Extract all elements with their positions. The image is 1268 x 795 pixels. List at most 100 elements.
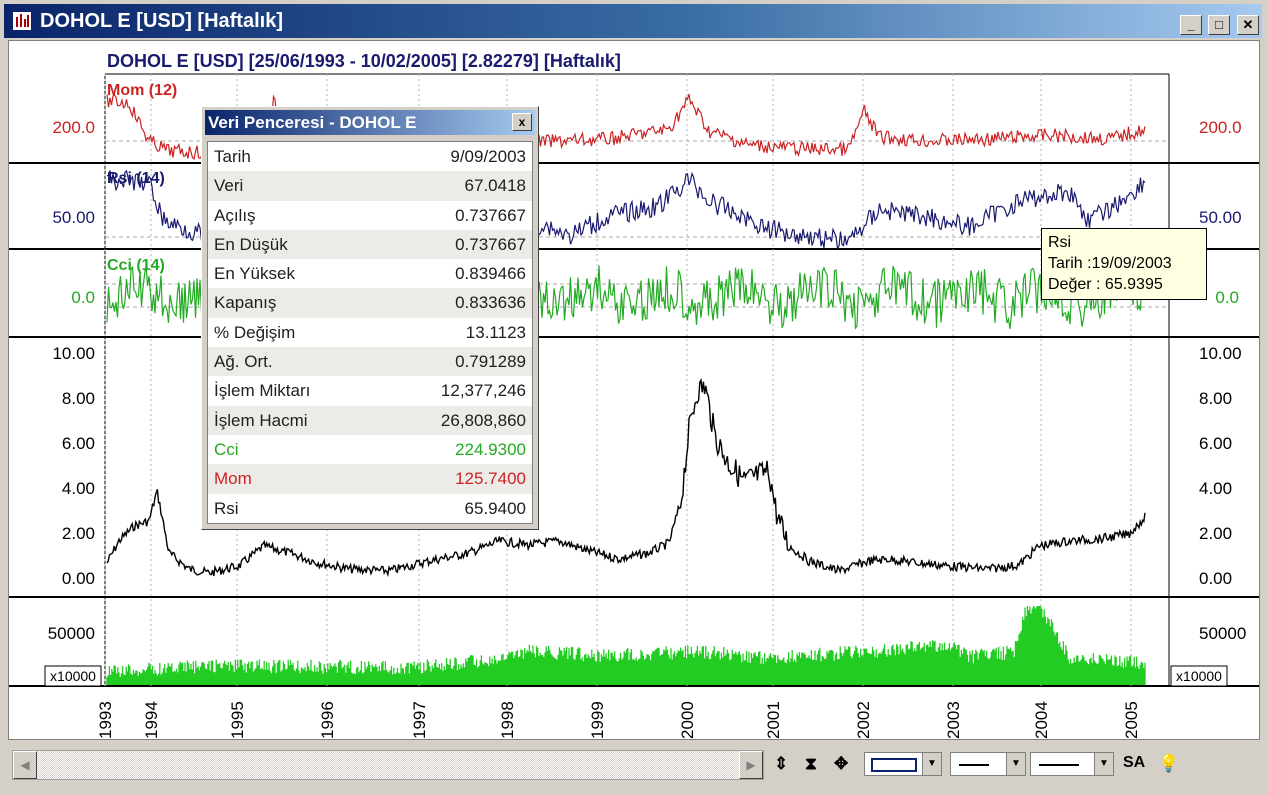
data-window-row: En Düşük 0.737667 [208, 229, 532, 260]
minimize-button[interactable]: _ [1180, 15, 1202, 35]
data-window[interactable]: Veri Penceresi - DOHOL E x Tarih 9/09/200… [201, 106, 539, 530]
year-label: 2002 [854, 701, 873, 739]
volume-bars [106, 606, 1146, 685]
volume-multiplier-left: x10000 [50, 668, 96, 684]
price-tick-label: 8.00 [62, 389, 95, 408]
data-window-row: Cci 224.9300 [208, 435, 532, 464]
data-window-value: 0.833636 [455, 293, 526, 313]
data-window-title: Veri Penceresi - DOHOL E [208, 113, 417, 132]
data-window-close-button[interactable]: x [512, 113, 532, 131]
data-window-key: En Düşük [214, 234, 288, 254]
scroll-left-button[interactable]: ◀ [13, 751, 37, 779]
scroll-right-button[interactable]: ▶ [739, 751, 763, 779]
year-label: 1997 [410, 701, 429, 739]
data-window-key: Cci [214, 439, 239, 459]
data-window-row: Kapanış 0.833636 [208, 288, 532, 318]
cci-tick-right: 0.0 [1215, 288, 1239, 307]
data-window-key: Kapanış [214, 293, 277, 313]
data-window-title-bar[interactable]: Veri Penceresi - DOHOL E x [205, 110, 535, 135]
line-width-select[interactable]: ▼ [1030, 752, 1114, 776]
data-window-value: 0.791289 [455, 352, 526, 372]
volume-tick-left: 50000 [48, 624, 95, 643]
data-window-value: 9/09/2003 [450, 147, 526, 166]
tooltip-value: Değer : 65.9395 [1048, 276, 1163, 293]
bar-style-select[interactable]: ▼ [864, 752, 942, 776]
data-window-row: İşlem Miktarı 12,377,246 [208, 376, 532, 405]
year-label: 1999 [588, 701, 607, 739]
stock-chart[interactable]: DOHOL E [USD] [25/06/1993 - 10/02/2005] … [9, 41, 1259, 739]
year-label: 2004 [1032, 701, 1051, 739]
data-window-key: Ağ. Ort. [214, 352, 273, 372]
data-window-row: Tarih 9/09/2003 [208, 142, 532, 171]
price-tick-label: 4.00 [62, 479, 95, 498]
chart-app-icon [12, 11, 32, 31]
price-tick-label: 6.00 [1199, 434, 1232, 453]
vertical-resize-icon[interactable]: ⇕ [774, 754, 788, 774]
data-window-value: 12,377,246 [440, 381, 526, 401]
chart-header: DOHOL E [USD] [25/06/1993 - 10/02/2005] … [107, 51, 621, 71]
price-tick-label: 6.00 [62, 434, 95, 453]
rsi-tick-right: 50.00 [1199, 208, 1242, 227]
close-button[interactable]: ✕ [1237, 15, 1259, 35]
horizontal-scrollbar[interactable]: ◀ ▶ [12, 750, 764, 780]
sa-button[interactable]: SA [1123, 754, 1145, 772]
collapse-icon[interactable]: ⧗ [805, 754, 817, 774]
year-label: 1994 [142, 701, 161, 739]
data-window-value: 13.1123 [465, 322, 526, 342]
cci-label: Cci (14) [107, 257, 165, 274]
cci-tick-left: 0.0 [71, 288, 95, 307]
price-tick-label: 0.00 [62, 569, 95, 588]
data-window-row: Rsi 65.9400 [208, 494, 532, 523]
price-tick-label: 2.00 [62, 524, 95, 543]
year-label: 1993 [96, 701, 115, 739]
line-style-select[interactable]: ▼ [950, 752, 1026, 776]
year-label: 1998 [498, 701, 517, 739]
rsi-tooltip: Rsi Tarih :19/09/2003 Değer : 65.9395 [1041, 228, 1207, 300]
data-window-key: Mom [214, 469, 252, 489]
year-label: 1995 [228, 701, 247, 739]
price-tick-label: 10.00 [52, 344, 95, 363]
data-window-key: Veri [214, 176, 244, 196]
data-window-value: 0.839466 [455, 264, 526, 284]
chart-window: DOHOL E [USD] [Haftalık] _ □ ✕ DOHOL E [… [0, 0, 1268, 795]
data-window-value: 26,808,860 [440, 410, 526, 430]
data-window-value: 0.737667 [455, 234, 526, 254]
chart-area[interactable]: DOHOL E [USD] [25/06/1993 - 10/02/2005] … [8, 40, 1260, 740]
price-tick-label: 0.00 [1199, 569, 1232, 588]
crosshair-icon[interactable]: ✥ [834, 754, 848, 774]
data-window-row: % Değişim 13.1123 [208, 318, 532, 347]
price-tick-label: 10.00 [1199, 344, 1242, 363]
rsi-label: Rsi (14) [107, 170, 165, 187]
data-window-row: Mom 125.7400 [208, 464, 532, 494]
volume-multiplier-right: x10000 [1176, 668, 1222, 684]
price-tick-label: 2.00 [1199, 524, 1232, 543]
bottom-toolbar: ◀ ▶ ⇕ ⧗ ✥ ▼ ▼ ▼ SA 💡 [8, 744, 1260, 788]
tooltip-date: Tarih :19/09/2003 [1048, 255, 1172, 272]
data-window-row: En Yüksek 0.839466 [208, 259, 532, 288]
volume-tick-right: 50000 [1199, 624, 1246, 643]
data-window-key: İşlem Miktarı [214, 381, 311, 401]
window-title: DOHOL E [USD] [Haftalık] [40, 10, 283, 32]
data-window-key: Açılış [214, 205, 256, 225]
data-window-key: İşlem Hacmi [214, 410, 308, 430]
price-tick-label: 4.00 [1199, 479, 1232, 498]
title-bar[interactable]: DOHOL E [USD] [Haftalık] _ □ ✕ [4, 4, 1262, 38]
data-window-key: % Değişim [214, 322, 296, 342]
year-label: 2000 [678, 701, 697, 739]
data-window-row: Açılış 0.737667 [208, 201, 532, 230]
maximize-button[interactable]: □ [1208, 15, 1230, 35]
data-window-value: 224.9300 [455, 439, 526, 459]
year-label: 2003 [944, 701, 963, 739]
data-window-value: 67.0418 [464, 176, 526, 196]
data-window-key: En Yüksek [214, 264, 295, 284]
lightbulb-icon[interactable]: 💡 [1158, 754, 1179, 774]
data-window-key: Tarih [214, 147, 251, 166]
mom-label: Mom (12) [107, 82, 177, 99]
year-label: 2005 [1122, 701, 1141, 739]
data-window-value: 65.9400 [464, 498, 526, 518]
data-window-row: İşlem Hacmi 26,808,860 [208, 405, 532, 435]
year-label: 1996 [318, 701, 337, 739]
tooltip-series-name: Rsi [1048, 234, 1072, 251]
data-window-row: Veri 67.0418 [208, 171, 532, 201]
data-window-value: 125.7400 [455, 469, 526, 489]
